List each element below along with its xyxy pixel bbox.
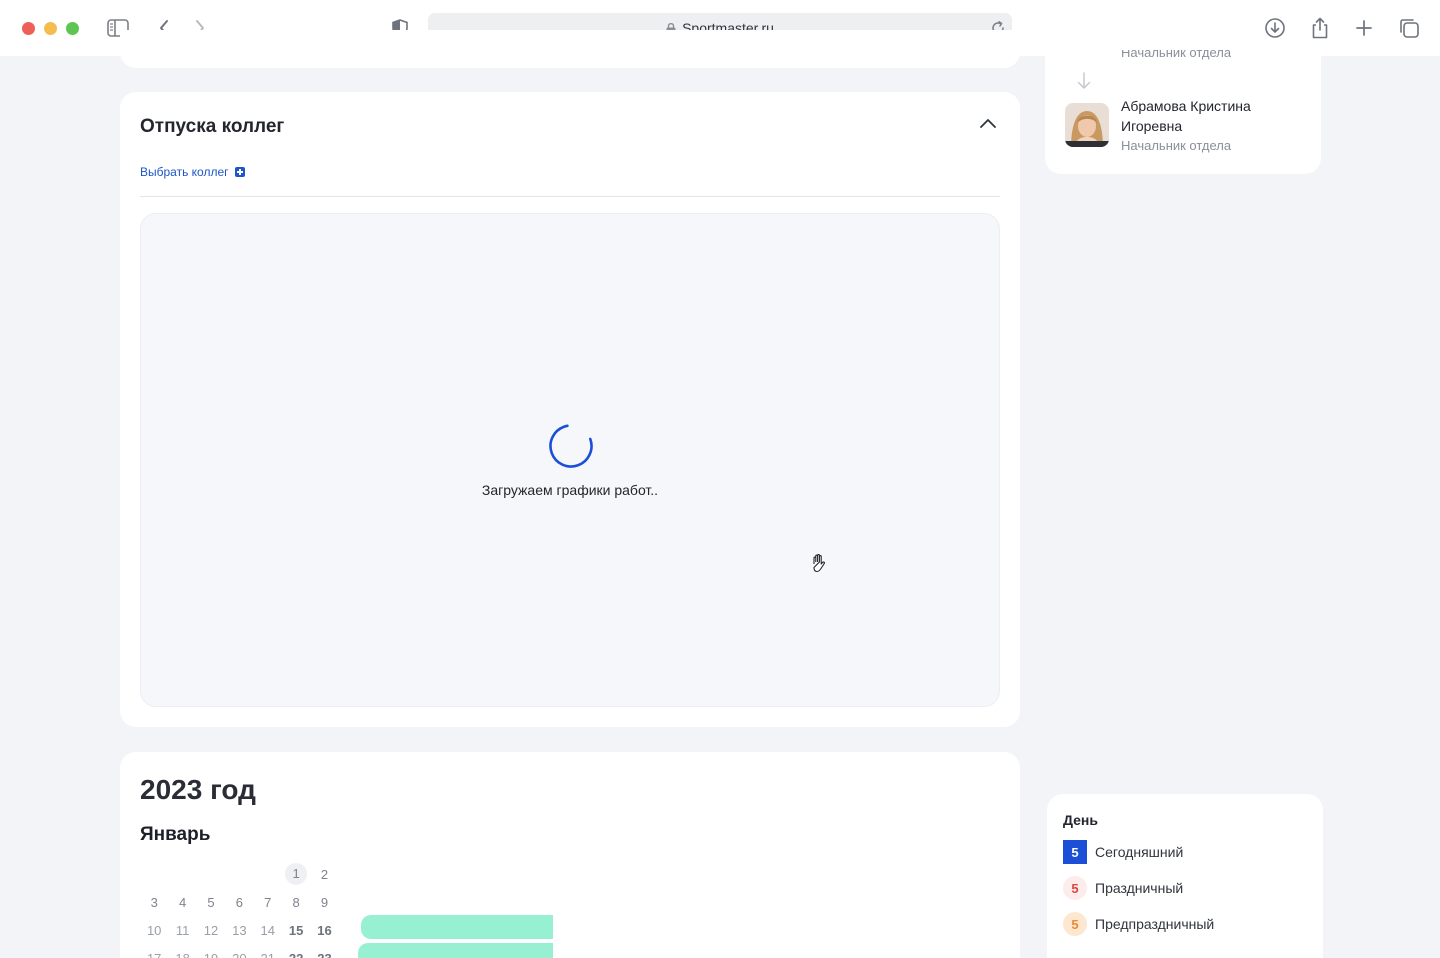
- tab-overview-icon[interactable]: [1395, 14, 1423, 42]
- calendar-week: 1 2: [140, 860, 339, 888]
- vacation-bar[interactable]: [361, 915, 553, 939]
- calendar-day-weekend[interactable]: 23: [310, 951, 338, 958]
- arrow-down-icon: [1076, 72, 1092, 90]
- month-title: Январь: [140, 824, 211, 845]
- calendar-day[interactable]: 21: [254, 951, 282, 958]
- preholiday-badge: 5: [1063, 912, 1087, 936]
- calendar-day[interactable]: 14: [254, 923, 282, 938]
- calendar-day[interactable]: 13: [225, 923, 253, 938]
- choose-colleagues-link[interactable]: Выбрать коллег: [140, 165, 245, 179]
- legend-item-holiday: 5 Праздничный: [1063, 876, 1183, 900]
- legend-item-today: 5 Сегодняшний: [1063, 840, 1183, 864]
- person-role: Начальник отдела: [1121, 138, 1232, 153]
- person-name[interactable]: Абрамова Кристина Игоревна: [1121, 96, 1301, 136]
- zoom-window-button[interactable]: [66, 22, 79, 35]
- calendar-day[interactable]: 12: [197, 923, 225, 938]
- year-title: 2023 год: [140, 774, 256, 805]
- schedule-loading-area: Загружаем графики работ..: [140, 213, 1000, 707]
- calendar-day[interactable]: 7: [254, 895, 282, 910]
- calendar-day[interactable]: 4: [168, 895, 196, 910]
- month-grid: 1 2 3 4 5 6 7 8 9 10 11 12 13 14 15 16 1…: [140, 860, 339, 958]
- org-chart-card: Начальник отдела Абрамова Кристина Игоре…: [1045, 40, 1321, 174]
- today-badge: 5: [1063, 840, 1087, 864]
- grab-cursor-icon: [810, 553, 828, 573]
- calendar-day-holiday[interactable]: 1: [282, 863, 310, 885]
- calendar-week: 3 4 5 6 7 8 9: [140, 888, 339, 916]
- close-window-button[interactable]: [22, 22, 35, 35]
- divider: [140, 196, 1000, 197]
- legend-label: Праздничный: [1095, 880, 1184, 896]
- calendar-week: 17 18 19 20 21 22 23: [140, 944, 339, 958]
- calendar-day[interactable]: 2: [310, 867, 338, 882]
- loading-text: Загружаем графики работ..: [481, 482, 659, 498]
- colleagues-vacations-card: Отпуска коллег Выбрать коллег Загружаем …: [120, 92, 1020, 727]
- avatar[interactable]: [1065, 103, 1109, 147]
- downloads-icon[interactable]: [1261, 14, 1289, 42]
- legend-title: День: [1063, 812, 1098, 828]
- previous-section-card: [120, 30, 1020, 68]
- calendar-day-weekend[interactable]: 22: [282, 951, 310, 958]
- calendar-day-number: 1: [285, 863, 308, 885]
- calendar-day[interactable]: 3: [140, 895, 168, 910]
- legend-label: Сегодняшний: [1095, 844, 1184, 860]
- calendar-day[interactable]: 5: [197, 895, 225, 910]
- calendar-day[interactable]: 9: [310, 895, 338, 910]
- new-tab-icon[interactable]: [1350, 14, 1378, 42]
- year-calendar-card: 2023 год Январь 1 2 3 4 5 6 7 8 9 10 11 …: [120, 752, 1020, 958]
- loading-spinner-icon: [548, 423, 594, 469]
- calendar-day[interactable]: 8: [282, 895, 310, 910]
- calendar-day[interactable]: 17: [140, 951, 168, 958]
- calendar-day[interactable]: 6: [225, 895, 253, 910]
- calendar-week: 10 11 12 13 14 15 16: [140, 916, 339, 944]
- calendar-day[interactable]: 19: [197, 951, 225, 958]
- calendar-day-weekend[interactable]: 15: [282, 923, 310, 938]
- previous-person-role: Начальник отдела: [1121, 50, 1232, 60]
- share-icon[interactable]: [1306, 14, 1334, 42]
- vacation-bar[interactable]: [358, 943, 553, 958]
- section-title: Отпуска коллег: [140, 116, 285, 137]
- legend-item-preholiday: 5 Предпраздничный: [1063, 912, 1214, 936]
- minimize-window-button[interactable]: [44, 22, 57, 35]
- holiday-badge: 5: [1063, 876, 1087, 900]
- choose-colleagues-label: Выбрать коллег: [140, 165, 229, 179]
- calendar-day[interactable]: 20: [225, 951, 253, 958]
- calendar-day[interactable]: 10: [140, 923, 168, 938]
- calendar-day-weekend[interactable]: 16: [310, 923, 338, 938]
- plus-square-icon: [234, 167, 245, 177]
- calendar-day[interactable]: 18: [168, 951, 196, 958]
- legend-label: Предпраздничный: [1095, 916, 1215, 932]
- chevron-up-icon[interactable]: [978, 114, 998, 134]
- day-legend-card: День 5 Сегодняшний 5 Праздничный 5 Предп…: [1047, 794, 1323, 958]
- calendar-day[interactable]: 11: [168, 923, 196, 938]
